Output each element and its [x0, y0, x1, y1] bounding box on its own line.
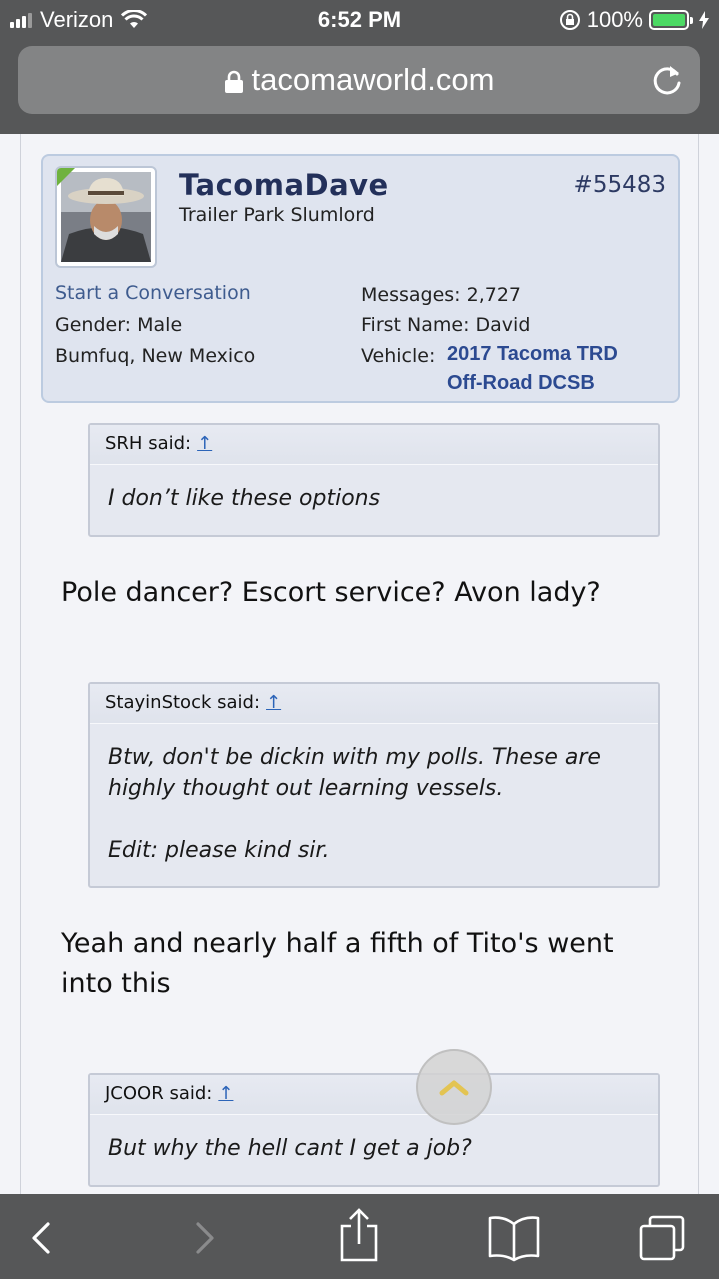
status-bar: Verizon 6:52 PM 100% [0, 0, 719, 40]
quote-header: SRH said: ↑ [90, 425, 658, 465]
battery-icon [649, 10, 693, 30]
charging-icon [699, 11, 709, 29]
quote-author: JCOOR said: [105, 1083, 213, 1104]
browser-toolbar [0, 1194, 719, 1279]
reload-icon[interactable] [650, 62, 684, 98]
share-icon[interactable] [334, 1208, 384, 1262]
jump-to-quote-icon[interactable]: ↑ [266, 692, 281, 713]
page-content: TacomaDave Trailer Park Slumlord #55483 … [20, 134, 699, 1194]
first-name-value: David [475, 314, 531, 336]
quote-header: JCOOR said: ↑ [90, 1075, 658, 1115]
reply-text: Yeah and nearly half a fifth of Tito's w… [61, 928, 614, 999]
vehicle-label: Vehicle: [361, 345, 436, 367]
user-title: Trailer Park Slumlord [179, 204, 375, 226]
lock-icon [224, 70, 243, 93]
first-name-field: First Name: David [361, 314, 530, 336]
vehicle-line-2[interactable]: Off-Road DCSB [447, 372, 618, 395]
avatar[interactable] [55, 166, 157, 268]
location-value: Bumfuq, New Mexico [55, 345, 256, 367]
start-conversation-link[interactable]: Start a Conversation [55, 282, 251, 304]
post-number-link[interactable]: #55483 [574, 172, 666, 198]
quote-author: StayinStock said: [105, 692, 261, 713]
vehicle-line-1[interactable]: 2017 Tacoma TRD [447, 343, 618, 366]
quote-paragraph: Btw, don't be dickin with my polls. Thes… [108, 745, 601, 801]
quote-block: StayinStock said: ↑ Btw, don't be dickin … [88, 682, 660, 888]
post-user-header: TacomaDave Trailer Park Slumlord #55483 … [41, 154, 680, 403]
gender-label: Gender: [55, 314, 132, 336]
messages-label: Messages: [361, 284, 461, 306]
quote-author: SRH said: [105, 433, 192, 454]
chevron-up-icon [439, 1080, 469, 1096]
tabs-icon[interactable] [638, 1214, 686, 1262]
quote-block: SRH said: ↑ I don’t like these options [88, 423, 660, 537]
url-text[interactable]: tacomaworld.com [252, 62, 495, 97]
quote-text: I don’t like these options [108, 486, 381, 511]
messages-field: Messages: 2,727 [361, 284, 521, 306]
battery-percent: 100% [586, 7, 643, 32]
orientation-lock-icon [559, 10, 580, 30]
vehicle-value[interactable]: 2017 Tacoma TRD Off-Road DCSB [447, 343, 618, 395]
gender-field: Gender: Male [55, 314, 182, 336]
forward-icon[interactable] [180, 1214, 228, 1262]
first-name-label: First Name: [361, 314, 470, 336]
back-icon[interactable] [18, 1214, 66, 1262]
username[interactable]: TacomaDave [179, 168, 389, 202]
quote-header: StayinStock said: ↑ [90, 684, 658, 724]
gender-value: Male [137, 314, 183, 336]
quote-block: JCOOR said: ↑ But why the hell cant I get… [88, 1073, 660, 1187]
quote-text: Btw, don't be dickin with my polls. Thes… [90, 724, 658, 884]
messages-value: 2,727 [466, 284, 522, 306]
address-bar[interactable]: tacomaworld.com [18, 46, 700, 114]
jump-to-quote-icon[interactable]: ↑ [218, 1083, 233, 1104]
bookmarks-icon[interactable] [486, 1214, 542, 1262]
jump-to-quote-icon[interactable]: ↑ [197, 433, 212, 454]
quote-paragraph: Edit: please kind sir. [108, 838, 330, 863]
reply-text: Pole dancer? Escort service? Avon lady? [61, 577, 601, 608]
scroll-to-top-button[interactable] [416, 1049, 492, 1125]
browser-chrome: Verizon 6:52 PM 100% tacomaworld.com [0, 0, 719, 134]
quote-text: But why the hell cant I get a job? [108, 1136, 472, 1161]
